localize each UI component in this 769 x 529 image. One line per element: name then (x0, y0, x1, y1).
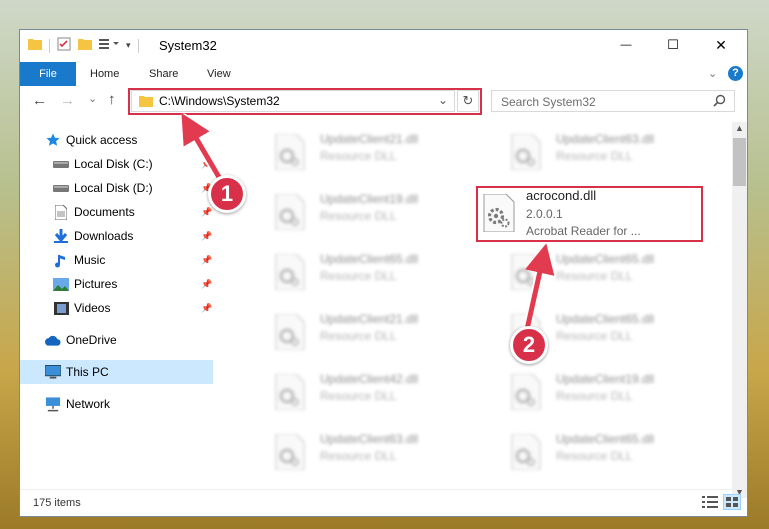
search-input[interactable]: Search System32 (501, 95, 596, 109)
item-count: 175 items (33, 497, 81, 509)
customize-toolbar-icon[interactable] (99, 38, 119, 53)
tab-view[interactable]: View (207, 62, 231, 86)
file-tile[interactable]: UpdateClient65.dll Resource DLL (482, 248, 712, 298)
tab-file[interactable]: File (20, 62, 76, 86)
dll-file-icon (274, 133, 306, 171)
sidebar-item-this-pc[interactable]: This PC (20, 360, 213, 384)
address-highlight-box (128, 88, 482, 115)
help-icon[interactable]: ? (728, 66, 743, 81)
status-bar: 175 items (20, 489, 747, 516)
window-title: System32 (159, 38, 217, 53)
file-tile[interactable]: UpdateClient65.dll Resource DLL (482, 428, 712, 478)
file-tile[interactable]: UpdateClient19.dll Resource DLL (246, 188, 476, 238)
navigation-bar: ← → ⌄ ↑ C:\Windows\System32 ⌄ ↻ Search S… (20, 88, 747, 118)
pin-icon[interactable]: 📌 (201, 279, 212, 290)
title-bar: ▾ System32 — ☐ ✕ (20, 30, 747, 62)
disk-icon (53, 180, 69, 196)
up-button[interactable]: ↑ (108, 91, 116, 108)
quick-access-toolbar: ▾ (28, 37, 139, 54)
music-icon (53, 252, 69, 268)
dll-file-icon (510, 373, 542, 411)
pin-icon[interactable]: 📌 (201, 231, 212, 242)
scrollbar-thumb[interactable] (733, 138, 746, 186)
vertical-scrollbar[interactable]: ▲ ▼ (732, 122, 747, 498)
dll-file-icon (274, 193, 306, 231)
minimize-button[interactable]: — (603, 30, 649, 60)
file-tile[interactable]: UpdateClient65.dll Resource DLL (246, 248, 476, 298)
dll-file-icon (510, 433, 542, 471)
new-folder-icon[interactable] (78, 38, 92, 53)
ribbon-expand-icon[interactable]: ⌄ (708, 62, 717, 86)
file-list: UpdateClient21.dll Resource DLL UpdateCl… (216, 122, 732, 497)
search-icon[interactable] (713, 94, 726, 110)
back-button[interactable]: ← (32, 92, 47, 109)
explorer-window: ▾ System32 — ☐ ✕ File Home Share View ⌄ … (19, 29, 748, 517)
tiles-view-icon[interactable] (723, 494, 741, 510)
ribbon-tabs: File Home Share View ⌄ ? (20, 62, 747, 86)
folder-icon (28, 38, 42, 53)
sidebar-item-local-disk-d[interactable]: Local Disk (D:) 📌 (20, 176, 213, 200)
sidebar-item-music[interactable]: Music 📌 (20, 248, 213, 272)
download-icon (53, 228, 69, 244)
dll-file-icon (510, 253, 542, 291)
dll-file-icon (510, 133, 542, 171)
sidebar-item-documents[interactable]: Documents 📌 (20, 200, 213, 224)
dll-file-icon (274, 313, 306, 351)
sidebar-item-onedrive[interactable]: OneDrive (20, 328, 213, 352)
search-box[interactable]: Search System32 (491, 90, 735, 112)
computer-icon (45, 364, 61, 380)
scroll-up-icon[interactable]: ▲ (735, 123, 744, 133)
pin-icon[interactable]: 📌 (201, 255, 212, 266)
sidebar-item-quick-access[interactable]: Quick access (20, 128, 213, 152)
sidebar-item-videos[interactable]: Videos 📌 (20, 296, 213, 320)
sidebar-item-pictures[interactable]: Pictures 📌 (20, 272, 213, 296)
pin-icon[interactable]: 📌 (201, 207, 212, 218)
file-tile[interactable]: UpdateClient21.dll Resource DLL (246, 308, 476, 358)
file-tile[interactable]: UpdateClient19.dll Resource DLL (482, 368, 712, 418)
dll-file-icon (274, 433, 306, 471)
file-tile[interactable]: UpdateClient63.dll Resource DLL (482, 128, 712, 178)
toolbar-dropdown-icon[interactable]: ▾ (126, 40, 131, 51)
file-tile[interactable]: UpdateClient21.dll Resource DLL (246, 128, 476, 178)
sidebar-item-local-disk-c[interactable]: Local Disk (C:) 📌 (20, 152, 213, 176)
pictures-icon (53, 276, 69, 292)
pin-icon[interactable]: 📌 (201, 159, 212, 170)
sidebar-item-downloads[interactable]: Downloads 📌 (20, 224, 213, 248)
navigation-pane: Quick access Local Disk (C:) 📌 Local Dis… (20, 126, 213, 496)
forward-button[interactable]: → (60, 92, 75, 109)
file-tile[interactable]: UpdateClient63.dll Resource DLL (246, 428, 476, 478)
file-tile[interactable]: UpdateClient42.dll Resource DLL (246, 368, 476, 418)
callout-badge-1: 1 (208, 175, 246, 213)
sidebar-item-network[interactable]: Network (20, 392, 213, 416)
tab-home[interactable]: Home (90, 62, 119, 86)
videos-icon (53, 300, 69, 316)
callout-badge-2: 2 (510, 326, 548, 364)
dll-file-icon (274, 253, 306, 291)
recent-locations-button[interactable]: ⌄ (88, 92, 97, 105)
star-icon (45, 132, 61, 148)
close-button[interactable]: ✕ (698, 30, 744, 60)
disk-icon (53, 156, 69, 172)
file-highlight-box (476, 186, 703, 242)
pin-icon[interactable]: 📌 (201, 303, 212, 314)
properties-icon[interactable] (57, 37, 71, 54)
details-view-icon[interactable] (702, 496, 718, 511)
documents-icon (53, 204, 69, 220)
cloud-icon (45, 332, 61, 348)
tab-share[interactable]: Share (149, 62, 178, 86)
maximize-button[interactable]: ☐ (650, 30, 696, 60)
dll-file-icon (274, 373, 306, 411)
network-icon (45, 396, 61, 412)
